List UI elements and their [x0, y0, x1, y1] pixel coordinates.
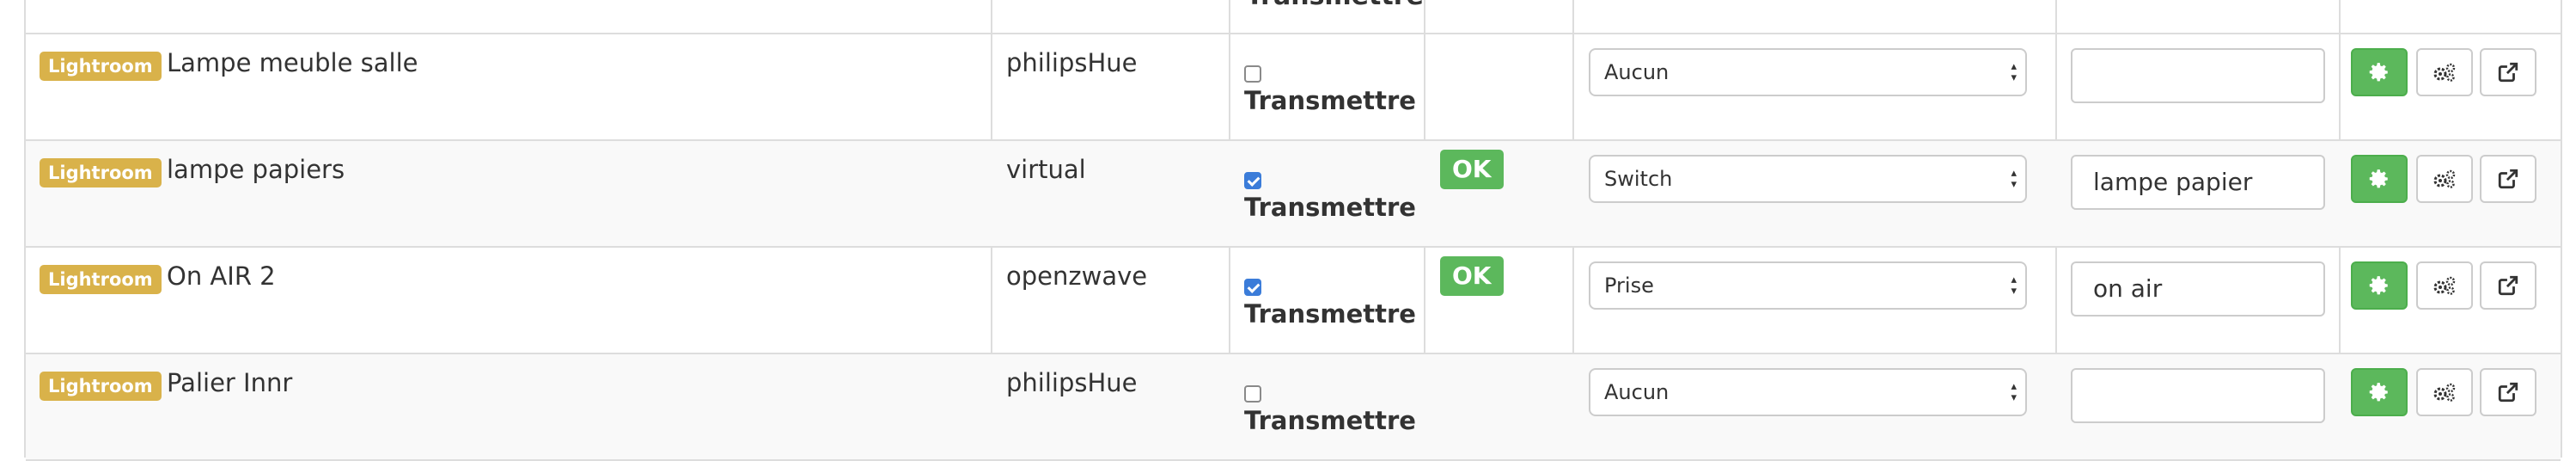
type-select[interactable]: Prise ▴ ▾: [1589, 261, 2027, 310]
room-badge: Lightroom: [40, 52, 162, 81]
select-arrows-icon: ▴ ▾: [2011, 380, 2017, 404]
status-badge: OK: [1440, 150, 1504, 189]
transmettre-checkbox[interactable]: [1244, 172, 1261, 189]
type-select[interactable]: Aucun ▴ ▾: [1589, 48, 2027, 96]
alias-input[interactable]: lampe papier: [2071, 155, 2325, 210]
external-link-icon: [2498, 275, 2518, 296]
type-select-value: Aucun: [1604, 60, 1670, 84]
transmettre-checkbox[interactable]: [1244, 385, 1261, 403]
advanced-config-button[interactable]: [2416, 368, 2473, 416]
type-select[interactable]: Switch ▴ ▾: [1589, 155, 2027, 203]
alias-input[interactable]: [2071, 48, 2325, 103]
type-select-value: Aucun: [1604, 380, 1670, 404]
gears-icon: [2433, 276, 2456, 295]
gear-icon: [2369, 383, 2388, 402]
room-badge: Lightroom: [40, 372, 162, 401]
alias-input[interactable]: [2071, 368, 2325, 423]
type-select-value: Prise: [1604, 274, 1654, 298]
external-link-icon: [2498, 62, 2518, 83]
open-link-button[interactable]: [2480, 261, 2536, 310]
gears-icon: [2433, 63, 2456, 82]
devices-table: Transmettre Lightroom Lampe meuble salle…: [24, 0, 2562, 461]
transmettre-checkbox[interactable]: [1244, 65, 1261, 83]
open-link-button[interactable]: [2480, 368, 2536, 416]
plugin-name: philipsHue: [1006, 368, 1138, 397]
gears-icon: [2433, 169, 2456, 188]
advanced-config-button[interactable]: [2416, 155, 2473, 203]
select-arrows-icon: ▴ ▾: [2011, 274, 2017, 298]
transmettre-label: Transmettre: [1244, 299, 1416, 329]
external-link-icon: [2498, 382, 2518, 403]
configure-button[interactable]: [2351, 368, 2408, 416]
select-arrows-icon: ▴ ▾: [2011, 60, 2017, 84]
alias-input[interactable]: on air: [2071, 261, 2325, 317]
table-row: Lightroom lampe papiers virtual Transmet…: [26, 141, 2561, 248]
transmettre-label: Transmettre: [1244, 406, 1416, 435]
room-badge: Lightroom: [40, 265, 162, 294]
plugin-name: virtual: [1006, 155, 1086, 184]
plugin-name: philipsHue: [1006, 48, 1138, 77]
configure-button[interactable]: [2351, 48, 2408, 96]
header-transmettre: Transmettre: [1246, 0, 1424, 11]
type-select-value: Switch: [1604, 167, 1673, 191]
transmettre-label: Transmettre: [1244, 86, 1416, 115]
configure-button[interactable]: [2351, 261, 2408, 310]
status-badge: OK: [1440, 256, 1504, 296]
room-badge: Lightroom: [40, 158, 162, 187]
device-name: Palier Innr: [167, 368, 293, 397]
plugin-name: openzwave: [1006, 261, 1148, 291]
table-row: Lightroom Palier Innr philipsHue Transme…: [26, 354, 2561, 461]
open-link-button[interactable]: [2480, 48, 2536, 96]
transmettre-label: Transmettre: [1244, 193, 1416, 222]
external-link-icon: [2498, 169, 2518, 189]
device-name: Lampe meuble salle: [167, 48, 418, 77]
select-arrows-icon: ▴ ▾: [2011, 167, 2017, 191]
open-link-button[interactable]: [2480, 155, 2536, 203]
device-name: On AIR 2: [167, 261, 276, 291]
table-row: Lightroom Lampe meuble salle philipsHue …: [26, 34, 2561, 141]
type-select[interactable]: Aucun ▴ ▾: [1589, 368, 2027, 416]
gear-icon: [2369, 169, 2388, 188]
gear-icon: [2369, 63, 2388, 82]
transmettre-checkbox[interactable]: [1244, 279, 1261, 296]
configure-button[interactable]: [2351, 155, 2408, 203]
gears-icon: [2433, 383, 2456, 402]
table-row: Lightroom On AIR 2 openzwave Transmettre…: [26, 248, 2561, 354]
gear-icon: [2369, 276, 2388, 295]
advanced-config-button[interactable]: [2416, 48, 2473, 96]
device-name: lampe papiers: [167, 155, 345, 184]
advanced-config-button[interactable]: [2416, 261, 2473, 310]
table-header: Transmettre: [26, 0, 2561, 34]
